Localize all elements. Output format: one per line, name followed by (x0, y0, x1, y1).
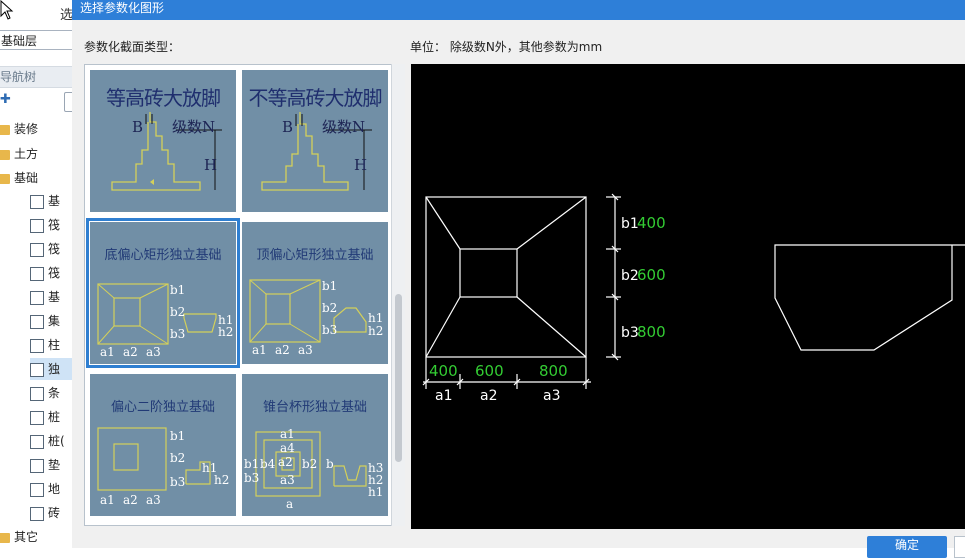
tree-item[interactable]: 装修 (0, 118, 38, 140)
tree-item-label: 条 (48, 386, 61, 400)
ok-button[interactable]: 确定 (867, 536, 947, 558)
brick-icon (30, 506, 44, 521)
mouse-cursor-icon (0, 0, 14, 20)
tree-item[interactable]: 砖 (30, 502, 60, 524)
tree-item-label: 基础 (14, 171, 39, 185)
b2-value: 600 (637, 266, 666, 284)
tree-item[interactable]: 地 (30, 478, 60, 500)
tree-item-label: 桩 (48, 410, 61, 424)
shape-preview-canvas: b1 400 b2 600 b3 800 400 600 800 a1 a2 a… (411, 64, 965, 529)
tree-item[interactable]: 柱 (30, 334, 60, 356)
tree-item[interactable]: 基 (30, 190, 60, 212)
tree-item[interactable]: 桩 (30, 406, 60, 428)
tile-title: 等高砖大放脚 (106, 86, 221, 110)
folder-icon (0, 124, 10, 135)
tree-item-label: 地 (48, 482, 61, 496)
floor-select[interactable]: 基础层 (0, 30, 72, 50)
tree-item-label: 桩( (48, 434, 65, 448)
shape-tile-unequal-brick[interactable]: 不等高砖大放脚 B 级数N H (242, 70, 388, 212)
section-types-label: 参数化截面类型： (84, 40, 181, 54)
tile-title: 偏心二阶独立基础 (110, 400, 215, 415)
tree-item-label: 集 (48, 314, 61, 328)
tree-item-label: 基 (48, 290, 61, 304)
tree-item[interactable]: 土方 (0, 143, 38, 165)
cancel-button[interactable] (954, 536, 965, 558)
raft-grid-icon (30, 242, 44, 257)
tree-item-label: 筏 (48, 266, 61, 280)
tree-item[interactable]: 基 (30, 286, 60, 308)
units-label: 单位： 除级数N外，其他参数为mm (410, 40, 603, 54)
shape-gallery: 等高砖大放脚 B 级数N H 不等高砖大放脚 B 级数N H 底偏心矩形独立基础… (84, 64, 405, 526)
shape-tile-equal-brick[interactable]: 等高砖大放脚 B 级数N H (90, 70, 236, 212)
tree-item[interactable]: 集 (30, 310, 60, 332)
shape-tile-eccentric-two-step[interactable]: 偏心二阶独立基础 b1 b2 b3 a1 a2 a3 h1 h2 (90, 374, 236, 516)
tile-title: 锥台杯形独立基础 (262, 400, 367, 415)
tile-title: 底偏心矩形独立基础 (104, 248, 222, 263)
scroll-thumb[interactable] (395, 294, 402, 462)
tree-item-label: 其它 (14, 530, 39, 544)
raft-icon (30, 218, 44, 233)
navigation-panel: 选 基础层 导航树 ✚ 装修 土方 基础基筏筏筏基集柱独条桩桩(垫地砖其它 (0, 0, 72, 548)
a3-value: 800 (539, 362, 568, 380)
pile-icon (30, 434, 44, 449)
tree-item[interactable]: 筏 (30, 214, 60, 236)
add-component-icon[interactable]: ✚ (0, 92, 11, 107)
nav-tree-header: 导航树 (0, 66, 72, 88)
a2-value: 600 (475, 362, 504, 380)
sump-icon (30, 314, 44, 329)
isolated-footing-icon (30, 362, 44, 377)
tree-item-label: 垫 (48, 458, 61, 472)
strip-footing-icon (30, 386, 44, 401)
a2-label: a2 (480, 388, 498, 404)
ground-beam-icon (30, 482, 44, 497)
footing-outline (425, 196, 587, 358)
b3-value: 800 (637, 323, 666, 341)
collapse-button[interactable] (64, 92, 72, 112)
raft-opening-icon (30, 266, 44, 281)
tile-title: 顶偏心矩形独立基础 (256, 248, 374, 263)
tree-item-label: 柱 (48, 338, 61, 352)
a1-label: a1 (435, 388, 453, 404)
tree-item[interactable]: 筏 (30, 238, 60, 260)
shape-tile-top-eccentric[interactable]: 顶偏心矩形独立基础 b1 b2 b3 a1 a2 a3 h1 h2 (242, 222, 388, 364)
a3-label: a3 (543, 388, 561, 404)
column-outline (459, 248, 518, 298)
shape-tile-frustum-cup[interactable]: 锥台杯形独立基础 a1 a4 a2 a3 b1 b4 b2 b a h3 h2 … (242, 374, 388, 516)
gallery-scrollbar[interactable] (391, 64, 405, 526)
folder-icon (0, 149, 10, 160)
tree-item-label: 装修 (14, 122, 39, 136)
tree-item-label: 筏 (48, 242, 61, 256)
tree-item-label: 基 (48, 194, 61, 208)
section-outline (774, 244, 965, 351)
tree-item[interactable]: 桩( (30, 430, 65, 452)
cushion-icon (30, 458, 44, 473)
tree-item[interactable]: 垫 (30, 454, 60, 476)
nav-toolbar: ✚ (0, 90, 72, 112)
dialog-title: 选择参数化图形 (72, 0, 965, 20)
tree-item-label: 砖 (48, 506, 61, 520)
toolbar-text[interactable]: 选 (60, 4, 72, 23)
tree-item[interactable]: 独 (30, 358, 72, 380)
param-shape-dialog: 选择参数化图形 参数化截面类型： 单位： 除级数N外，其他参数为mm 等高砖大放… (72, 0, 965, 558)
folder-icon (0, 173, 10, 184)
pencil-icon (30, 194, 44, 209)
shape-tile-bottom-eccentric[interactable]: 底偏心矩形独立基础 b1 b2 b3 a1 a2 a3 h1 h2 (86, 218, 240, 368)
column-pier-icon (30, 338, 44, 353)
tree-item-label: 土方 (14, 147, 39, 161)
tree-item[interactable]: 条 (30, 382, 60, 404)
beam-icon (30, 290, 44, 305)
tree-item-label: 独 (48, 362, 61, 376)
tile-title: 不等高砖大放脚 (248, 86, 383, 110)
b1-value: 400 (637, 214, 666, 232)
tree-item[interactable]: 其它 (0, 526, 38, 548)
a1-value: 400 (429, 362, 458, 380)
folder-icon (0, 532, 10, 543)
tree-item-label: 筏 (48, 218, 61, 232)
tree-item[interactable]: 基础 (0, 167, 38, 189)
pile-cap-icon (30, 410, 44, 425)
tree-item[interactable]: 筏 (30, 262, 60, 284)
